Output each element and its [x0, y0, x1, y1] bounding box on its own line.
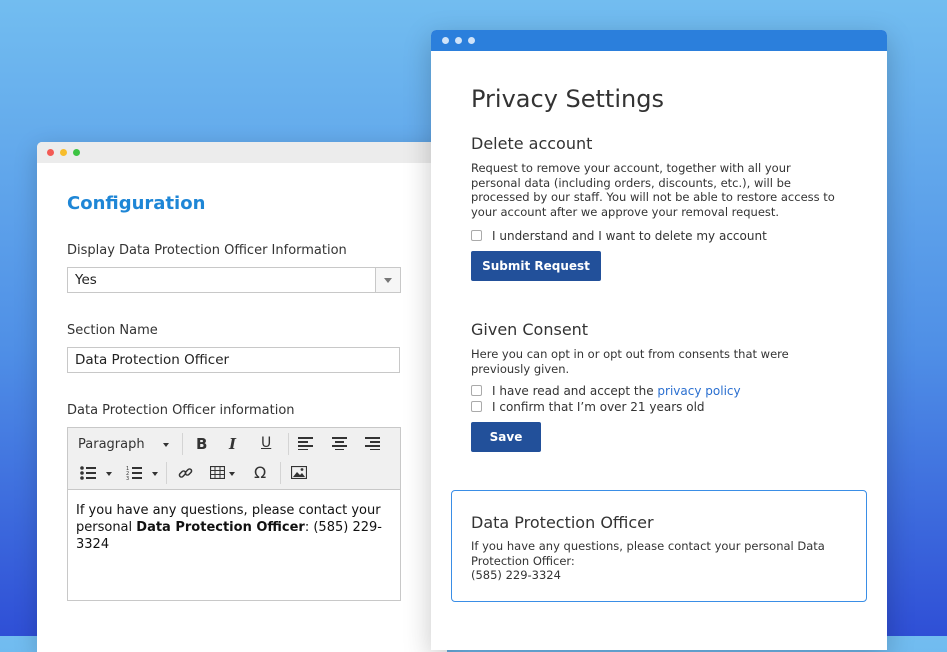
- toolbar-divider: [280, 462, 281, 484]
- close-dot[interactable]: [47, 149, 54, 156]
- window-titlebar: [431, 30, 887, 51]
- age-confirm-label: I confirm that I’m over 21 years old: [492, 400, 705, 414]
- delete-confirm-row[interactable]: I understand and I want to delete my acc…: [471, 229, 767, 243]
- age-confirm-row[interactable]: I confirm that I’m over 21 years old: [471, 400, 705, 414]
- toolbar-divider: [166, 462, 167, 484]
- privacy-policy-checkbox[interactable]: [471, 385, 482, 396]
- editor-text-bold: Data Protection Officer: [136, 520, 305, 535]
- numbered-list-icon[interactable]: 1 2 3: [126, 465, 142, 480]
- display-dpo-select[interactable]: Yes: [67, 267, 401, 293]
- delete-confirm-checkbox[interactable]: [471, 230, 482, 241]
- table-icon[interactable]: [210, 466, 225, 479]
- align-right-icon[interactable]: [365, 437, 381, 450]
- dpo-info-label: Data Protection Officer information: [67, 403, 295, 418]
- dpo-card-heading: Data Protection Officer: [471, 513, 654, 532]
- maximize-dot[interactable]: [73, 149, 80, 156]
- submit-request-button[interactable]: Submit Request: [471, 251, 601, 281]
- privacy-settings-window: Privacy Settings Delete account Request …: [431, 30, 887, 650]
- delete-account-description: Request to remove your account, together…: [471, 161, 835, 219]
- toolbar-divider: [182, 433, 183, 455]
- omega-icon[interactable]: Ω: [254, 463, 266, 482]
- dpo-card: Data Protection Officer If you have any …: [451, 490, 867, 602]
- privacy-policy-link[interactable]: privacy policy: [657, 384, 740, 398]
- bold-icon[interactable]: B: [196, 435, 207, 453]
- svg-text:3: 3: [126, 476, 129, 480]
- configuration-window: Configuration Display Data Protection Of…: [37, 142, 447, 652]
- section-name-label: Section Name: [67, 323, 158, 338]
- italic-icon[interactable]: I: [229, 435, 236, 453]
- window-dot[interactable]: [468, 37, 475, 44]
- privacy-policy-label: I have read and accept the: [492, 384, 658, 398]
- image-icon[interactable]: [291, 466, 307, 479]
- section-name-input[interactable]: Data Protection Officer: [67, 347, 400, 373]
- bullet-list-icon[interactable]: [80, 466, 96, 480]
- privacy-policy-row[interactable]: I have read and accept the privacy polic…: [471, 384, 741, 398]
- delete-account-heading: Delete account: [471, 134, 593, 153]
- link-icon[interactable]: [178, 466, 193, 481]
- dropdown-arrow-icon[interactable]: [375, 268, 400, 292]
- display-dpo-value: Yes: [75, 272, 97, 288]
- toolbar-divider: [288, 433, 289, 455]
- dpo-card-phone: (585) 229-3324: [471, 568, 561, 582]
- chevron-down-icon[interactable]: [152, 472, 158, 476]
- window-titlebar: [37, 142, 447, 163]
- given-consent-heading: Given Consent: [471, 320, 589, 339]
- given-consent-description: Here you can opt in or opt out from cons…: [471, 347, 789, 376]
- dpo-card-text: If you have any questions, please contac…: [471, 539, 841, 583]
- align-center-icon[interactable]: [332, 437, 348, 450]
- chevron-down-icon[interactable]: [106, 472, 112, 476]
- window-dot[interactable]: [455, 37, 462, 44]
- underline-icon[interactable]: U: [261, 435, 271, 451]
- configuration-title: Configuration: [67, 193, 206, 214]
- window-dot[interactable]: [442, 37, 449, 44]
- align-left-icon[interactable]: [298, 437, 314, 450]
- display-dpo-label: Display Data Protection Officer Informat…: [67, 243, 347, 258]
- editor-content[interactable]: If you have any questions, please contac…: [76, 502, 392, 553]
- format-select[interactable]: Paragraph: [78, 437, 169, 452]
- format-select-value: Paragraph: [78, 437, 145, 452]
- chevron-down-icon: [162, 442, 169, 447]
- age-confirm-checkbox[interactable]: [471, 401, 482, 412]
- chevron-down-icon[interactable]: [229, 472, 235, 476]
- minimize-dot[interactable]: [60, 149, 67, 156]
- page-title: Privacy Settings: [471, 85, 664, 113]
- editor-toolbar: Paragraph B I U 1 2 3 Ω: [68, 428, 400, 490]
- delete-confirm-label: I understand and I want to delete my acc…: [492, 229, 767, 243]
- save-button[interactable]: Save: [471, 422, 541, 452]
- rich-text-editor[interactable]: Paragraph B I U 1 2 3 Ω If you have any …: [67, 427, 401, 601]
- dpo-card-line1: If you have any questions, please contac…: [471, 539, 825, 568]
